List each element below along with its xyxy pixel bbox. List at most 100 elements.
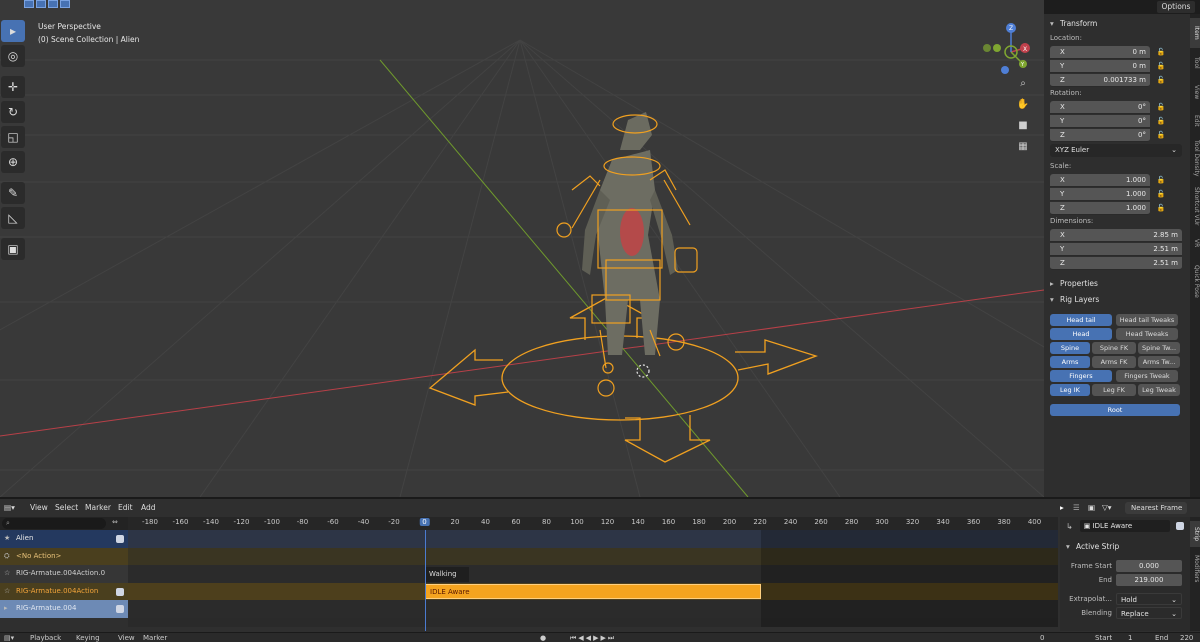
measure-icon[interactable]: ◺ (1, 207, 25, 229)
playhead[interactable] (425, 530, 426, 631)
rotation-z-field[interactable]: Z 0° (1050, 128, 1150, 142)
tab-vr[interactable]: VR (1190, 232, 1200, 254)
menu-marker[interactable]: Marker (85, 499, 111, 517)
lock-icon[interactable]: 🔓 (1154, 62, 1168, 70)
rotate-icon[interactable]: ↻ (1, 101, 25, 123)
checkbox-icon[interactable] (116, 587, 124, 596)
checkbox-icon[interactable] (116, 605, 124, 613)
strip-walking[interactable]: Walking (425, 567, 469, 582)
transform-panel-header[interactable]: ▾ Transform (1050, 16, 1184, 32)
rig-layer-head-tweaks[interactable]: Head Tweaks (1116, 328, 1178, 340)
rig-layer-leg-tweak[interactable]: Leg Tweak (1138, 384, 1180, 396)
editor-type-icon[interactable]: ▤▾ (4, 633, 14, 642)
snap-icon[interactable]: ☰ (1073, 499, 1080, 517)
annotate-icon[interactable]: ✎ (1, 182, 25, 204)
rig-layer-spine[interactable]: Spine (1050, 342, 1090, 354)
select-new-icon[interactable] (24, 0, 34, 8)
menu-view[interactable]: View (118, 633, 135, 642)
rig-layer-head-tail[interactable]: Head tail (1050, 314, 1112, 326)
menu-view[interactable]: View (30, 499, 48, 517)
tab-item[interactable]: Item (1190, 18, 1200, 48)
menu-marker[interactable]: Marker (143, 633, 167, 642)
extrapolation-select[interactable]: Hold ⌄ (1116, 592, 1182, 605)
rig-layer-spine-fk[interactable]: Spine FK (1092, 342, 1136, 354)
channel-object-alien[interactable]: ★ Alien (0, 530, 128, 548)
frame-end-field[interactable]: 219.000 (1116, 573, 1182, 586)
select-box-icon[interactable]: ▸ (1, 20, 25, 42)
tab-quick-pose[interactable]: Quick Pose (1190, 256, 1200, 306)
rotation-y-field[interactable]: Y 0° (1050, 114, 1150, 128)
scale-x-field[interactable]: X 1.000 (1050, 173, 1150, 187)
record-icon[interactable]: ● (540, 633, 546, 642)
hand-pan-icon[interactable]: ✋ (1015, 99, 1031, 117)
tab-tool[interactable]: Tool (1190, 50, 1200, 76)
lock-icon[interactable]: 🔓 (1154, 103, 1168, 111)
channel-track-action-0[interactable]: ☆ RIG-Armatue.004Action.0 (0, 565, 128, 583)
dimension-z-field[interactable]: Z 2.51 m (1050, 256, 1182, 270)
blending-select[interactable]: Replace ⌄ (1116, 606, 1182, 619)
snap-mode-select[interactable]: Nearest Frame (1125, 502, 1187, 514)
properties-panel-header[interactable]: ▸ Properties (1050, 276, 1184, 292)
selection-mode-icons[interactable] (24, 0, 70, 8)
frame-ruler[interactable]: -180 -160 -140 -120 -100 -80 -60 -40 -20 0 20 40 60 8… (128, 517, 1058, 530)
rig-layer-fingers[interactable]: Fingers (1050, 370, 1112, 382)
zoom-icon[interactable]: ⌕ (1015, 78, 1031, 96)
menu-add[interactable]: Add (141, 499, 156, 517)
strip-name-field[interactable]: ▣ IDLE Aware (1079, 520, 1171, 532)
location-z-field[interactable]: Z 0.001733 m (1050, 73, 1150, 87)
rotation-mode-select[interactable]: XYZ Euler ⌄ (1050, 144, 1182, 157)
menu-playback[interactable]: Playback (30, 633, 61, 642)
search-icon[interactable]: ⌕ (2, 518, 106, 529)
lock-icon[interactable]: 🔓 (1154, 131, 1168, 139)
select-intersect-icon[interactable] (60, 0, 70, 8)
channel-armature[interactable]: ▸ RIG-Armatue.004 (0, 600, 128, 618)
add-cube-icon[interactable]: ▣ (1, 238, 25, 260)
rig-layer-arms[interactable]: Arms (1050, 356, 1090, 368)
pointer-icon[interactable]: ▸ (1060, 499, 1064, 517)
camera-icon[interactable]: ■ (1015, 120, 1031, 138)
lock-icon[interactable]: 🔓 (1154, 117, 1168, 125)
rig-layer-root[interactable]: Root (1050, 404, 1180, 416)
strip-idle-aware[interactable]: IDLE Aware (425, 584, 761, 599)
3d-viewport[interactable]: User Perspective (0) Scene Collection | … (0, 0, 1044, 497)
swap-icon[interactable]: ⇔ (112, 518, 118, 526)
location-y-field[interactable]: Y0 m (1050, 59, 1150, 73)
editor-type-icon[interactable]: ▤▾ (4, 499, 15, 517)
rig-layer-head[interactable]: Head (1050, 328, 1112, 340)
end-field[interactable]: 220 (1180, 633, 1193, 642)
tab-shortcut-vur[interactable]: Shortcut VUr (1190, 182, 1200, 230)
nla-editor[interactable]: ▤▾ View Select Marker Edit Add ▸ ☰ ▣ ▽▾ … (0, 497, 1200, 632)
menu-select[interactable]: Select (55, 499, 78, 517)
scale-y-field[interactable]: Y 1.000 (1050, 187, 1150, 201)
rig-layers-panel-header[interactable]: ▾ Rig Layers (1050, 292, 1184, 308)
dimension-x-field[interactable]: X 2.85 m (1050, 228, 1182, 242)
nla-tracks[interactable]: Walking IDLE Aware (128, 530, 1058, 627)
rotation-x-field[interactable]: X 0° (1050, 100, 1150, 114)
rig-layer-arms-fk[interactable]: Arms FK (1092, 356, 1136, 368)
menu-edit[interactable]: Edit (118, 499, 133, 517)
filter-icon[interactable]: ▽▾ (1102, 499, 1112, 517)
checkbox-icon[interactable] (116, 535, 124, 543)
menu-keying[interactable]: Keying (76, 633, 100, 642)
current-frame-indicator[interactable]: 0 (419, 518, 430, 526)
frame-start-field[interactable]: 0.000 (1116, 559, 1182, 572)
scale-icon[interactable]: ◱ (1, 126, 25, 148)
tab-tool-density[interactable]: Tool Density (1190, 136, 1200, 180)
rig-layer-fingers-tweak[interactable]: Fingers Tweak (1116, 370, 1178, 382)
lock-icon[interactable]: 🔓 (1154, 76, 1168, 84)
rig-layer-spine-tweaks[interactable]: Spine Tw... (1138, 342, 1180, 354)
lock-icon[interactable]: 🔓 (1154, 190, 1168, 198)
move-icon[interactable]: ✛ (1, 76, 25, 98)
tab-strip[interactable]: Strip (1190, 521, 1200, 547)
rig-layer-arms-tweaks[interactable]: Arms Tw... (1138, 356, 1180, 368)
channel-track-action[interactable]: ☆ RIG-Armatue.004Action (0, 582, 128, 600)
rig-layer-head-tail-tweaks[interactable]: Head tail Tweaks (1116, 314, 1178, 326)
navigation-gizmo[interactable]: X Z Y (975, 20, 1035, 80)
select-extend-icon[interactable] (36, 0, 46, 8)
lock-icon[interactable]: 🔓 (1154, 176, 1168, 184)
tab-modifiers[interactable]: Modifiers (1190, 549, 1200, 589)
playback-controls-icon[interactable]: ⏮◀◀▶▶⏭ (570, 633, 616, 642)
active-strip-header[interactable]: ▾ Active Strip (1066, 539, 1184, 555)
cursor-icon[interactable]: ◎ (1, 45, 25, 67)
view-toggle-icon[interactable]: ▣ (1088, 499, 1095, 517)
